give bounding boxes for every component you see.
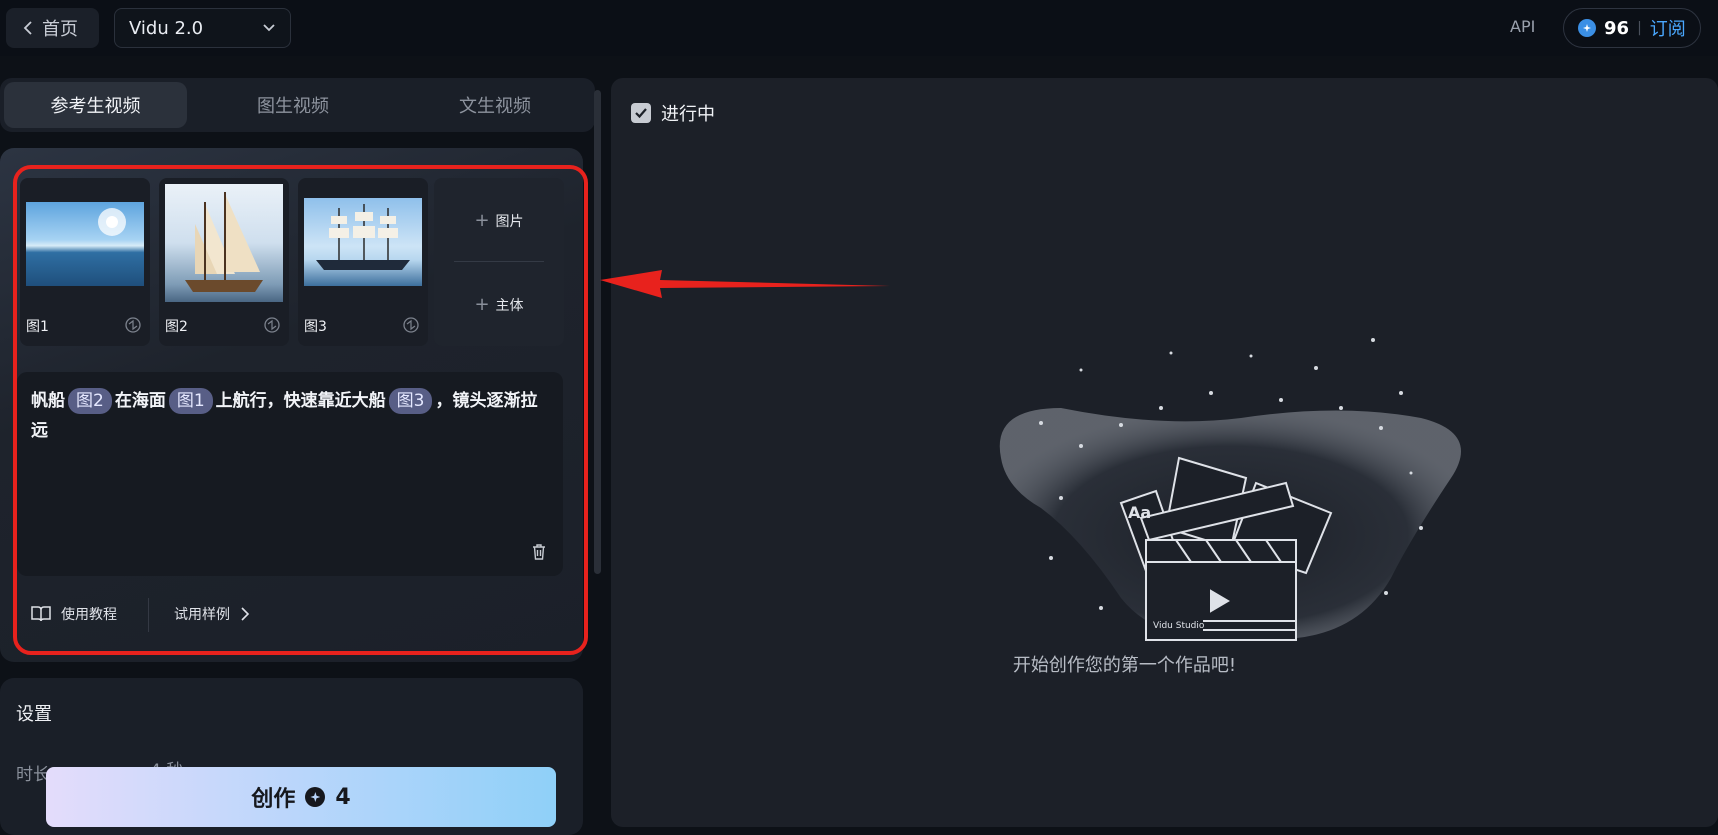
create-cost: 4 [335,784,351,810]
left-panel-scrollbar[interactable] [594,90,601,574]
checkbox[interactable] [631,103,651,123]
in-progress-filter[interactable]: 进行中 [631,100,715,126]
check-icon [635,108,647,119]
model-value: Vidu 2.0 [129,17,204,39]
create-button[interactable]: 创作 4 [46,767,556,827]
credits-count: 96 [1604,17,1630,39]
results-panel: 进行中 Aa Vidu Studio 开始创作您的第一个作品吧! [611,78,1718,827]
tab-reference-video[interactable]: 参考生视频 [4,82,187,128]
credits-widget[interactable]: 96 | 订阅 [1563,8,1701,48]
chevron-down-icon [263,24,275,32]
annotation-highlight-box [13,165,588,655]
credit-coin-icon [1578,19,1596,37]
home-label: 首页 [42,19,78,40]
model-select[interactable]: Vidu 2.0 [114,8,291,48]
home-button[interactable]: 首页 [6,8,99,48]
empty-state-illustration: Aa Vidu Studio [999,338,1461,641]
annotation-arrow-icon [600,270,890,298]
in-progress-label: 进行中 [661,104,715,125]
settings-title: 设置 [16,704,52,725]
tab-text-video[interactable]: 文生视频 [399,82,591,128]
subscribe-link[interactable]: 订阅 [1650,15,1686,41]
tab-image-video[interactable]: 图生视频 [187,82,399,128]
empty-state-text: 开始创作您的第一个作品吧! [1012,655,1237,676]
chevron-left-icon [23,21,32,35]
duration-label: 时长 [16,765,50,785]
top-bar: 首页 Vidu 2.0 API 96 | 订阅 [0,0,1718,56]
credit-coin-icon [305,787,326,807]
svg-text:Aa: Aa [1128,503,1151,522]
create-label: 创作 [251,787,296,812]
mode-tabs: 参考生视频 图生视频 文生视频 [0,78,595,132]
credits-separator: | [1637,20,1642,36]
illustration-brand: Vidu Studio [1153,621,1205,631]
api-link[interactable]: API [1510,17,1535,36]
